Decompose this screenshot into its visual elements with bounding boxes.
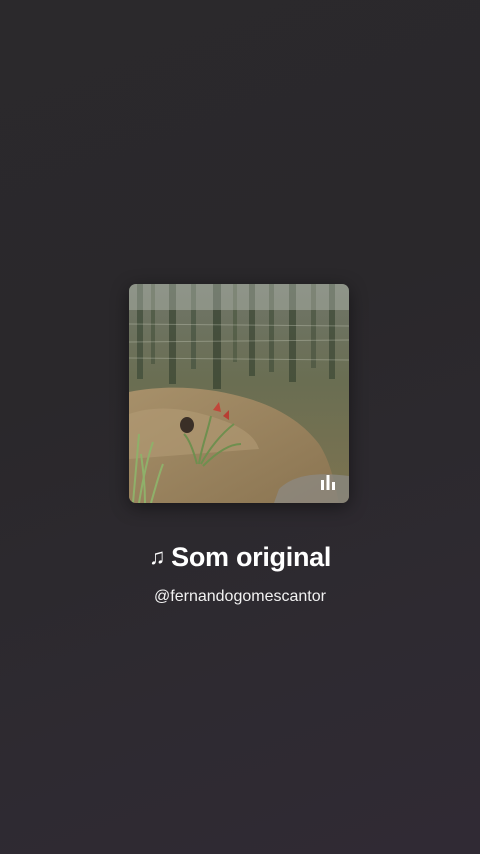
sound-title-row[interactable]: ♫ Som original [0, 540, 480, 574]
equalizer-icon [321, 475, 335, 490]
sound-cover-art[interactable] [129, 284, 349, 503]
sound-title: Som original [171, 542, 332, 572]
cover-thumbnail-image [129, 284, 349, 503]
sound-author-handle[interactable]: @fernandogomescantor [0, 586, 480, 608]
music-note-icon: ♫ [148, 544, 166, 569]
